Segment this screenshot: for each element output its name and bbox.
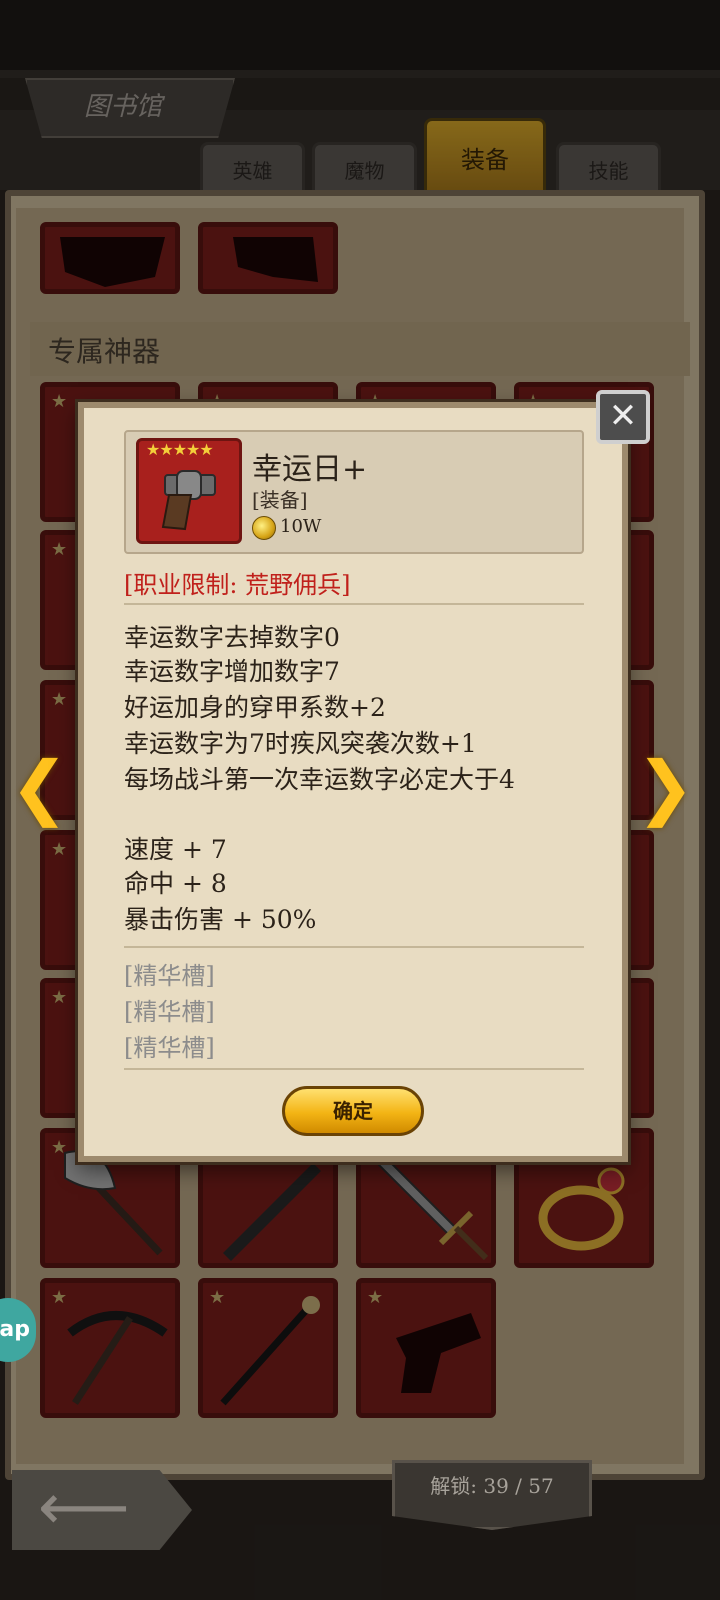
essence-slot[interactable]: [精华槽] — [124, 992, 215, 1027]
effect-line: 幸运数字增加数字7 — [124, 657, 340, 686]
rarity-stars: ★★★★★ — [146, 440, 214, 459]
effect-line: 幸运数字为7时疾风突袭次数+1 — [124, 729, 477, 758]
class-restriction: [职业限制: 荒野佣兵] — [124, 571, 351, 599]
essence-slot[interactable]: [精华槽] — [124, 1028, 215, 1063]
unlock-count: 解锁: 39 / 57 — [430, 1474, 554, 1498]
stat-line: 速度 + 7 — [124, 835, 227, 864]
item-name: 幸运日+ — [252, 452, 368, 487]
essence-slot[interactable]: [精华槽] — [124, 956, 215, 991]
effect-line: 每场战斗第一次幸运数字必定大于4 — [124, 765, 515, 794]
item-price: 10W — [280, 516, 322, 537]
effect-line: 幸运数字去掉数字0 — [124, 623, 340, 652]
confirm-button[interactable]: 确定 — [282, 1086, 424, 1136]
divider — [124, 946, 584, 948]
chevron-right-icon[interactable]: ❯ — [636, 750, 695, 824]
close-icon[interactable]: ✕ — [596, 390, 650, 444]
effect-line: 好运加身的穿甲系数+2 — [124, 693, 386, 722]
back-arrow-icon[interactable]: ⟵ — [12, 1470, 192, 1550]
divider — [124, 603, 584, 605]
divider — [124, 1068, 584, 1070]
item-type: [装备] — [252, 488, 308, 512]
stat-line: 命中 + 8 — [124, 869, 227, 898]
stat-line: 暴击伤害 + 50% — [124, 905, 317, 934]
coin-icon — [252, 516, 276, 540]
chevron-left-icon[interactable]: ❮ — [10, 750, 69, 824]
